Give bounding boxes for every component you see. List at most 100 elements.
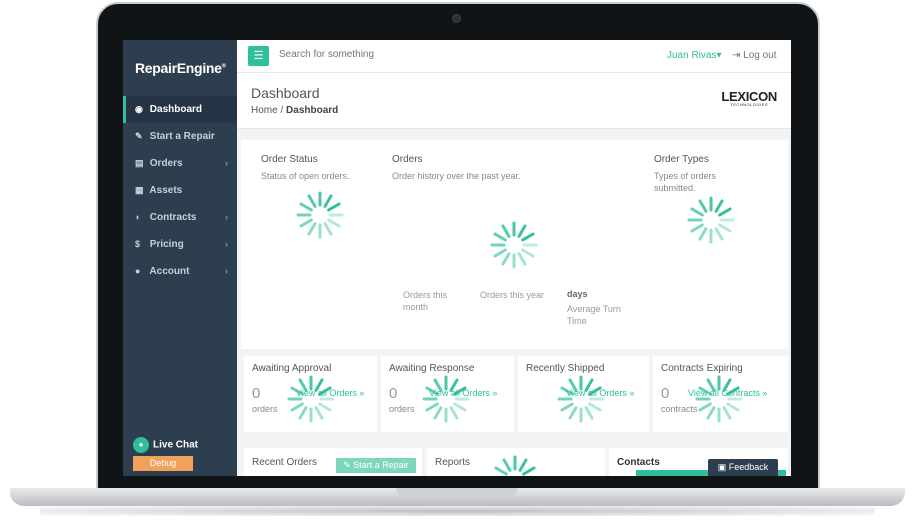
spinner-segment: [493, 248, 507, 258]
loading-spinner-icon: [490, 221, 538, 269]
brand-logo[interactable]: RepairEngine®: [135, 60, 226, 76]
order-status-subtitle: Status of open orders.: [261, 171, 350, 181]
sidebar-item-label: Assets: [149, 185, 183, 196]
chat-bubble-icon: ●: [133, 437, 149, 453]
sidebar-item-contracts[interactable]: ◗ Contracts ›: [123, 204, 237, 231]
spinner-segment: [318, 386, 332, 396]
spinner-segment: [453, 386, 467, 396]
wrench-icon: ✎: [135, 131, 143, 141]
spinner-segment: [433, 378, 443, 392]
card-title: Awaiting Approval: [252, 363, 332, 374]
user-menu[interactable]: Juan Rivas▾: [667, 50, 722, 61]
spinner-segment: [588, 386, 602, 396]
order-status-title: Order Status: [261, 154, 318, 165]
spinner-segment: [560, 402, 574, 412]
spinner-segment: [698, 227, 708, 241]
spinner-segment: [298, 378, 308, 392]
user-icon: ●: [135, 266, 141, 276]
spinner-segment: [307, 222, 317, 236]
spinner-segment: [522, 466, 536, 476]
turn-time-value: days: [567, 288, 588, 300]
sidebar-item-pricing[interactable]: $ Pricing ›: [123, 231, 237, 258]
loading-spinner-icon: [695, 375, 743, 423]
loading-spinner-icon: [687, 196, 735, 244]
start-repair-button[interactable]: ✎ Start a Repair: [336, 458, 416, 473]
chevron-right-icon: ›: [225, 158, 228, 168]
recent-orders-title: Recent Orders: [252, 457, 318, 468]
spinner-segment: [722, 378, 732, 392]
spinner-segment: [690, 207, 704, 217]
card-unit: orders: [389, 404, 415, 414]
sidebar-item-start-repair[interactable]: ✎ Start a Repair: [123, 123, 237, 150]
sidebar-item-orders[interactable]: ▤ Orders ›: [123, 150, 237, 177]
breadcrumb-current: Dashboard: [286, 105, 339, 116]
chat-bubble-icon: ▣: [717, 462, 729, 472]
laptop-frame: RepairEngine® ◉ Dashboard ✎ Start a Repa…: [0, 0, 915, 532]
page-title: Dashboard: [251, 85, 320, 101]
spinner-segment: [299, 202, 313, 212]
orders-this-month: Orders this month: [403, 290, 448, 312]
spinner-segment: [494, 466, 508, 476]
loading-spinner-icon: [287, 375, 335, 423]
company-logo: LEXICON TECHNOLOGIES: [721, 89, 777, 107]
loading-spinner-icon: [494, 455, 536, 476]
dollar-icon: $: [135, 239, 141, 249]
sidebar-item-account[interactable]: ● Account ›: [123, 258, 237, 285]
spinner-segment: [726, 402, 740, 412]
grid-icon: ▦: [135, 185, 144, 195]
spinner-segment: [518, 458, 528, 472]
sidebar-item-label: Orders: [149, 158, 183, 169]
search-input[interactable]: [279, 49, 419, 60]
laptop-shadow: [40, 506, 875, 516]
reports-title: Reports: [435, 457, 471, 468]
sidebar-item-label: Pricing: [149, 239, 184, 250]
spinner-segment: [449, 406, 459, 420]
spinner-segment: [706, 406, 716, 420]
contacts-title: Contacts: [617, 457, 660, 468]
spinner-segment: [493, 232, 507, 242]
spinner-segment: [290, 386, 304, 396]
sidebar: RepairEngine® ◉ Dashboard ✎ Start a Repa…: [123, 40, 237, 476]
sidebar-item-dashboard[interactable]: ◉ Dashboard: [123, 96, 237, 123]
spinner-segment: [718, 223, 732, 233]
spinner-segment: [568, 406, 578, 420]
user-name: Juan Rivas: [667, 50, 717, 61]
spinner-segment: [290, 402, 304, 412]
spinner-segment: [318, 402, 332, 412]
chevron-right-icon: ›: [225, 266, 228, 276]
spinner-segment: [502, 458, 512, 472]
laptop-notch: [396, 488, 518, 496]
loading-spinner-icon: [422, 375, 470, 423]
spinner-segment: [714, 227, 724, 241]
sidebar-item-label: Start a Repair: [149, 131, 215, 142]
orders-title: Orders: [392, 154, 423, 165]
spinner-segment: [299, 218, 313, 228]
page-header: Dashboard Home / Dashboard LEXICON TECHN…: [237, 73, 791, 129]
live-chat-button[interactable]: ● Live Chat: [133, 437, 198, 453]
logout-icon: ⇥: [732, 50, 744, 61]
spinner-segment: [323, 194, 333, 208]
shield-icon: ◗: [135, 212, 141, 222]
feedback-label: Feedback: [728, 462, 769, 472]
sidebar-nav: ◉ Dashboard ✎ Start a Repair ▤ Orders › …: [123, 96, 237, 285]
logout-button[interactable]: ⇥ Log out: [732, 50, 777, 61]
breadcrumb-home[interactable]: Home: [251, 105, 278, 116]
spinner-segment: [314, 378, 324, 392]
sidebar-item-assets[interactable]: ▦ Assets: [123, 177, 237, 204]
feedback-button[interactable]: ▣ Feedback: [708, 459, 778, 476]
spinner-segment: [517, 252, 527, 266]
chevron-right-icon: ›: [225, 239, 228, 249]
menu-toggle-button[interactable]: ☰: [248, 46, 269, 66]
spinner-segment: [698, 199, 708, 213]
spinner-segment: [521, 248, 535, 258]
camera-icon: [452, 14, 461, 23]
spinner-segment: [706, 378, 716, 392]
sidebar-item-label: Account: [149, 266, 190, 277]
spinner-segment: [425, 402, 439, 412]
topbar: ☰ Juan Rivas▾ ⇥ Log out: [237, 40, 791, 73]
sidebar-item-label: Contracts: [149, 212, 197, 223]
card-title: Contracts Expiring: [661, 363, 743, 374]
debug-button[interactable]: Debug: [133, 456, 193, 471]
caret-down-icon: ▾: [716, 50, 722, 61]
wrench-icon: ✎: [343, 460, 354, 470]
